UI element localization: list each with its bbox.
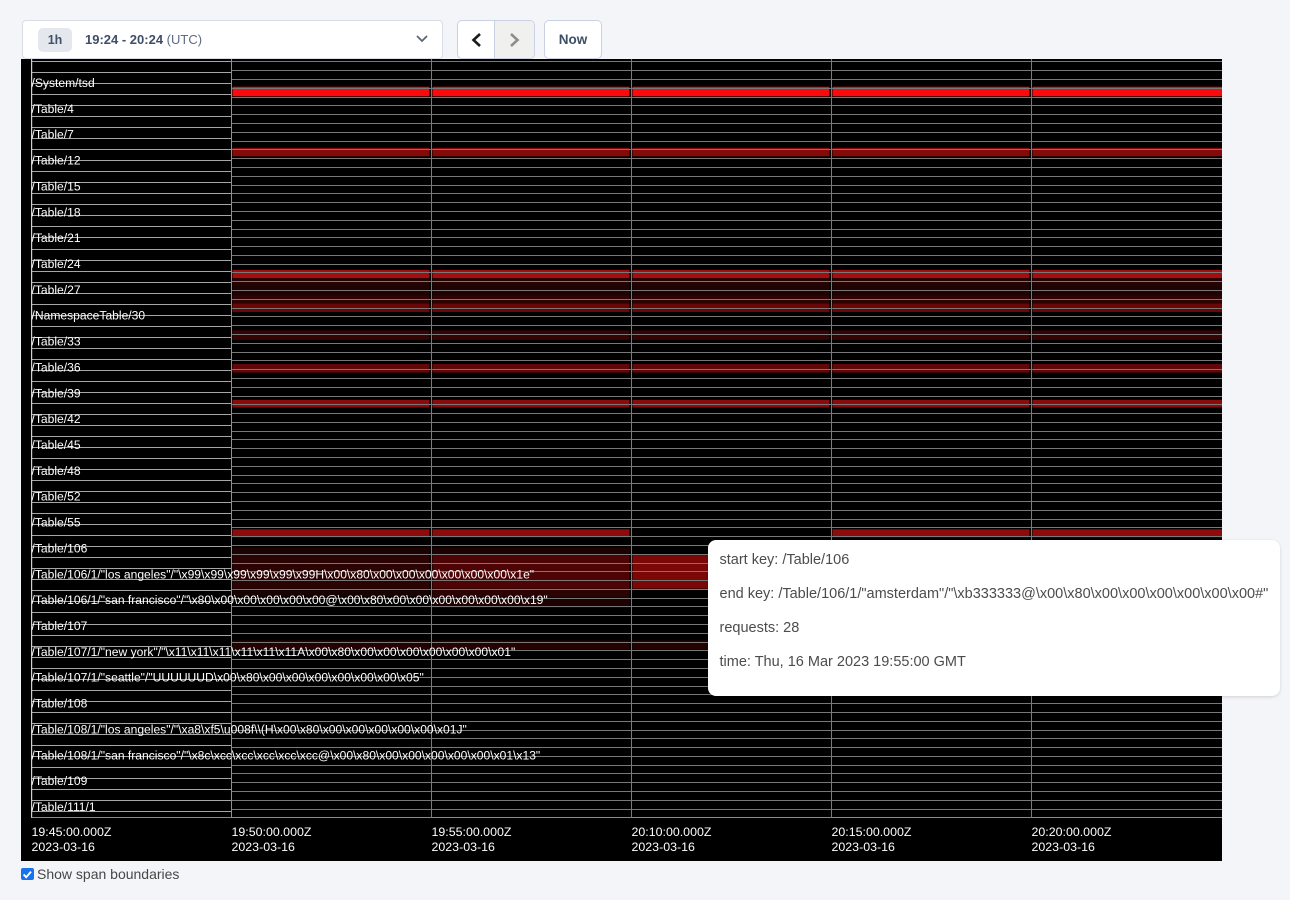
svg-text:/Table/107/1/"new york"/"\x11\: /Table/107/1/"new york"/"\x11\x11\x11\x1… <box>32 645 516 659</box>
svg-text:/Table/24: /Table/24 <box>32 257 81 271</box>
svg-text:/Table/106: /Table/106 <box>32 541 88 555</box>
svg-text:/Table/55: /Table/55 <box>32 516 81 530</box>
svg-text:19:55:00.000Z: 19:55:00.000Z <box>432 825 512 839</box>
svg-text:/Table/27: /Table/27 <box>32 283 81 297</box>
svg-text:/Table/12: /Table/12 <box>32 154 81 168</box>
svg-text:/Table/108/1/"san francisco"/": /Table/108/1/"san francisco"/"\x8c\xcc\x… <box>32 748 541 762</box>
svg-text:/Table/109: /Table/109 <box>32 774 88 788</box>
svg-text:/Table/33: /Table/33 <box>32 335 81 349</box>
svg-text:/Table/39: /Table/39 <box>32 386 81 400</box>
svg-text:/Table/52: /Table/52 <box>32 490 81 504</box>
svg-text:/Table/15: /Table/15 <box>32 179 81 193</box>
svg-text:19:45:00.000Z: 19:45:00.000Z <box>32 825 112 839</box>
svg-text:/Table/42: /Table/42 <box>32 412 81 426</box>
svg-text:19:50:00.000Z: 19:50:00.000Z <box>232 825 312 839</box>
svg-text:2023-03-16: 2023-03-16 <box>32 840 95 854</box>
svg-text:/System/tsd: /System/tsd <box>32 76 95 90</box>
svg-text:/Table/48: /Table/48 <box>32 464 81 478</box>
svg-text:2023-03-16: 2023-03-16 <box>632 840 695 854</box>
svg-text:/Table/18: /Table/18 <box>32 205 81 219</box>
svg-text:/Table/106/1/"san francisco"/": /Table/106/1/"san francisco"/"\x80\x00\x… <box>32 593 548 607</box>
svg-text:2023-03-16: 2023-03-16 <box>232 840 295 854</box>
svg-text:/Table/7: /Table/7 <box>32 128 75 142</box>
svg-text:2023-03-16: 2023-03-16 <box>832 840 895 854</box>
svg-text:/Table/21: /Table/21 <box>32 231 81 245</box>
svg-text:/Table/107/1/"seattle"/"UUUUUU: /Table/107/1/"seattle"/"UUUUUUD\x00\x80\… <box>32 671 424 685</box>
svg-text:20:10:00.000Z: 20:10:00.000Z <box>632 825 712 839</box>
svg-text:20:20:00.000Z: 20:20:00.000Z <box>1032 825 1112 839</box>
svg-text:/Table/108/1/"los angeles"/"\x: /Table/108/1/"los angeles"/"\xa8\xf5\u00… <box>32 722 467 736</box>
svg-text:/Table/107: /Table/107 <box>32 619 88 633</box>
svg-text:20:15:00.000Z: 20:15:00.000Z <box>832 825 912 839</box>
svg-text:/NamespaceTable/30: /NamespaceTable/30 <box>32 309 146 323</box>
svg-text:/Table/106/1/"los angeles"/"\x: /Table/106/1/"los angeles"/"\x99\x99\x99… <box>32 567 535 581</box>
svg-text:/Table/36: /Table/36 <box>32 360 81 374</box>
svg-text:2023-03-16: 2023-03-16 <box>432 840 495 854</box>
svg-text:/Table/111/1: /Table/111/1 <box>32 800 96 814</box>
svg-text:/Table/108: /Table/108 <box>32 697 88 711</box>
svg-text:/Table/4: /Table/4 <box>32 102 75 116</box>
svg-text:2023-03-16: 2023-03-16 <box>1032 840 1095 854</box>
svg-text:/Table/45: /Table/45 <box>32 438 81 452</box>
